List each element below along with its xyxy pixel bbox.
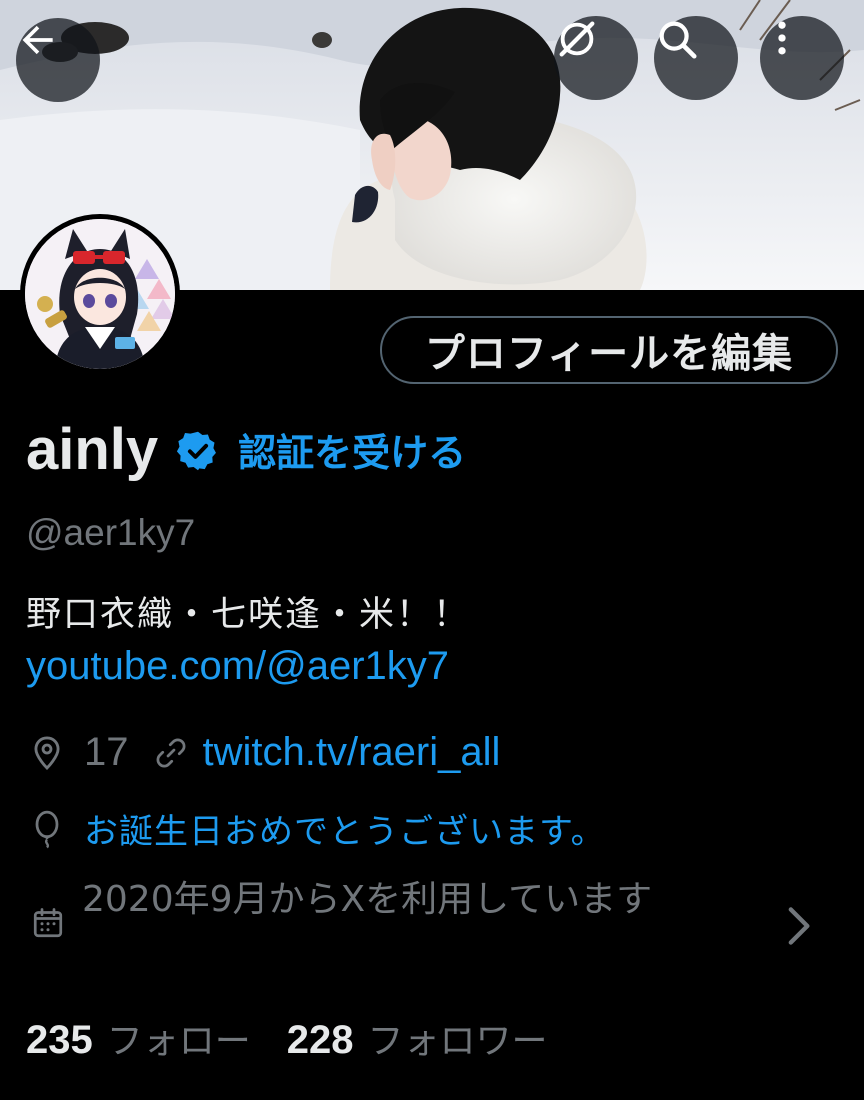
birthday-row: お誕生日おめでとうございます。 <box>28 804 606 853</box>
username-handle: @aer1ky7 <box>26 512 196 553</box>
chevron-right-icon <box>788 907 810 945</box>
joined-date-text: 2020年9月からXを利用しています <box>82 879 653 920</box>
location-text: 17 <box>84 730 129 774</box>
followers-count[interactable]: 228 <box>287 1018 354 1063</box>
back-button[interactable] <box>16 18 100 102</box>
follow-stats: 235 フォロー 228 フォロワー <box>26 1012 548 1064</box>
bio-youtube-link[interactable]: youtube.com/@aer1ky7 <box>26 644 449 689</box>
profile-page: プロフィールを編集 ainly 認証を受ける @aer1ky7 野口衣織・七咲逢… <box>0 0 864 1100</box>
following-label[interactable]: フォロー <box>107 1012 251 1064</box>
location-pin-icon <box>34 736 60 770</box>
calendar-icon <box>33 908 63 938</box>
more-vertical-icon <box>778 21 786 55</box>
search-icon <box>659 21 697 59</box>
website-link[interactable]: twitch.tv/raeri_all <box>203 730 501 775</box>
grok-button[interactable] <box>554 16 638 100</box>
search-button[interactable] <box>654 16 738 100</box>
followers-label[interactable]: フォロワー <box>368 1012 548 1064</box>
arrow-left-icon <box>22 25 53 55</box>
edit-profile-button[interactable]: プロフィールを編集 <box>380 316 838 384</box>
avatar-image <box>25 219 175 369</box>
bio-text: 野口衣織・七咲逢・米！！ <box>26 595 471 635</box>
get-verified-link[interactable]: 認証を受ける <box>238 422 466 477</box>
grok-icon <box>559 21 595 57</box>
joined-date-row[interactable]: 2020年9月からXを利用しています <box>28 874 828 984</box>
name-row: ainly 認証を受ける <box>26 414 466 484</box>
display-name: ainly <box>26 416 159 482</box>
verified-badge-icon[interactable] <box>176 429 220 473</box>
link-icon <box>156 738 185 767</box>
location-website-row: 17 twitch.tv/raeri_all <box>28 730 500 775</box>
following-count[interactable]: 235 <box>26 1018 93 1063</box>
more-options-button[interactable] <box>760 16 844 100</box>
balloon-icon <box>35 810 59 848</box>
birthday-message[interactable]: お誕生日おめでとうございます。 <box>84 804 606 853</box>
avatar[interactable] <box>20 214 180 374</box>
